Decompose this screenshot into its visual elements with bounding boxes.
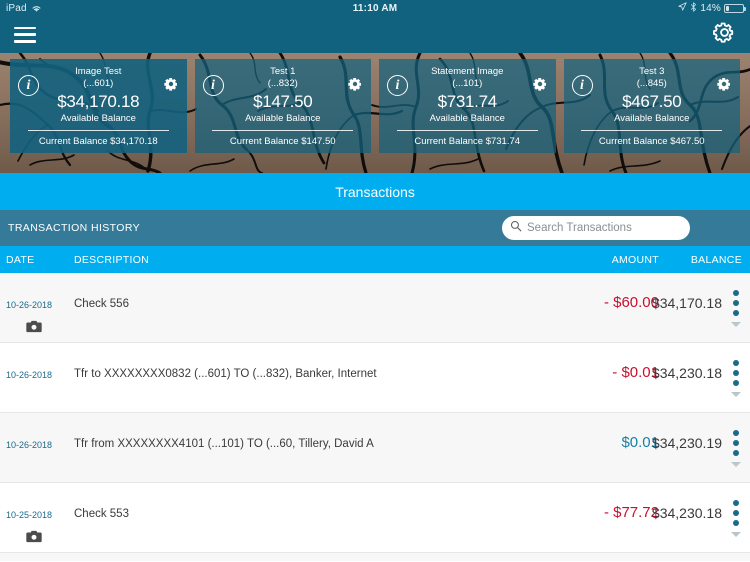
available-balance-amount: $34,170.18 bbox=[57, 92, 140, 111]
table-row[interactable]: 10-26-2018 Tfr from XXXXXXXX4101 (...101… bbox=[0, 413, 750, 483]
transaction-description: Tfr from XXXXXXXX4101 (...101) TO (...60… bbox=[74, 438, 374, 450]
camera-icon[interactable] bbox=[26, 530, 42, 543]
table-row[interactable]: 10-26-2018 Check 556 - $60.00 $34,170.18 bbox=[0, 273, 750, 343]
location-arrow-icon bbox=[678, 2, 688, 14]
available-balance-amount: $467.50 bbox=[622, 92, 682, 111]
gear-icon[interactable] bbox=[532, 76, 548, 92]
account-card[interactable]: i Statement Image (...101) $731.74 Avail… bbox=[379, 59, 556, 153]
account-card[interactable]: i Image Test (...601) $34,170.18 Availab… bbox=[10, 59, 187, 153]
search-input[interactable] bbox=[527, 222, 682, 234]
column-header-balance: BALANCE bbox=[690, 253, 742, 266]
transaction-date: 10-26-2018 bbox=[6, 440, 53, 450]
transaction-description: Tfr to XXXXXXXX0832 (...601) TO (...832)… bbox=[74, 368, 377, 380]
available-balance-label: Available Balance bbox=[60, 113, 136, 124]
bluetooth-icon bbox=[690, 1, 697, 15]
info-icon[interactable]: i bbox=[387, 75, 408, 96]
info-icon[interactable]: i bbox=[571, 75, 593, 96]
ios-status-bar: iPad 11:10 AM 14% bbox=[0, 0, 750, 16]
table-row[interactable]: 10-25-2018 Check 553 - $77.72 $34,230.18 bbox=[0, 483, 750, 553]
transactions-section-title: Transactions bbox=[0, 173, 750, 210]
battery-percent-label: 14% bbox=[700, 2, 721, 14]
device-name: iPad bbox=[6, 2, 27, 14]
camera-icon[interactable] bbox=[26, 320, 42, 333]
current-balance-text: Current Balance $34,170.18 bbox=[38, 136, 158, 147]
current-balance-text: Current Balance $147.50 bbox=[229, 136, 336, 147]
current-balance-text: Current Balance $731.74 bbox=[414, 136, 521, 147]
column-header-description: DESCRIPTION bbox=[74, 253, 150, 266]
current-balance-text: Current Balance $467.50 bbox=[598, 136, 705, 147]
transaction-description: Check 556 bbox=[74, 298, 129, 310]
transactions-column-headers: DATE DESCRIPTION AMOUNT BALANCE bbox=[0, 246, 750, 273]
app-navbar bbox=[0, 16, 750, 53]
account-card-list: i Image Test (...601) $34,170.18 Availab… bbox=[0, 53, 750, 173]
column-header-amount: AMOUNT bbox=[611, 253, 659, 266]
row-overflow-menu-icon[interactable] bbox=[726, 500, 746, 537]
available-balance-label: Available Balance bbox=[614, 113, 690, 124]
row-overflow-menu-icon[interactable] bbox=[726, 360, 746, 397]
hamburger-menu-icon[interactable] bbox=[14, 26, 36, 43]
search-icon bbox=[510, 219, 522, 237]
account-name: Image Test bbox=[75, 66, 122, 77]
search-transactions-box[interactable] bbox=[502, 216, 690, 240]
account-name: Test 1 bbox=[270, 66, 296, 77]
account-number: (...101) bbox=[452, 78, 483, 89]
table-row[interactable]: 10-26-2018 Tfr to XXXXXXXX0832 (...601) … bbox=[0, 343, 750, 413]
transaction-amount: - $60.00 bbox=[603, 294, 659, 311]
account-card[interactable]: i Test 1 (...832) $147.50 Available Bala… bbox=[194, 59, 371, 153]
chevron-down-icon bbox=[731, 392, 741, 397]
column-header-date: DATE bbox=[6, 253, 35, 266]
available-balance-label: Available Balance bbox=[429, 113, 505, 124]
transaction-date: 10-25-2018 bbox=[6, 510, 53, 520]
info-icon[interactable]: i bbox=[202, 75, 224, 96]
account-number: (...832) bbox=[267, 78, 298, 89]
row-overflow-menu-icon[interactable] bbox=[726, 290, 746, 327]
transaction-balance: $34,230.19 bbox=[651, 435, 722, 451]
chevron-down-icon bbox=[731, 462, 741, 467]
available-balance-label: Available Balance bbox=[245, 113, 321, 124]
account-name: Test 3 bbox=[639, 66, 665, 77]
status-bar-left: iPad bbox=[6, 3, 42, 14]
list-bottom-edge bbox=[0, 553, 750, 561]
available-balance-amount: $731.74 bbox=[437, 92, 498, 111]
gear-icon[interactable] bbox=[347, 76, 363, 92]
transaction-date: 10-26-2018 bbox=[6, 370, 53, 380]
chevron-down-icon bbox=[731, 532, 741, 537]
card-divider bbox=[581, 130, 723, 131]
battery-icon bbox=[724, 3, 746, 13]
gear-icon[interactable] bbox=[716, 76, 732, 92]
transaction-list: 10-26-2018 Check 556 - $60.00 $34,170.18… bbox=[0, 273, 750, 561]
status-bar-right: 14% bbox=[678, 1, 746, 15]
account-name: Statement Image bbox=[431, 66, 504, 77]
wifi-icon bbox=[31, 4, 42, 13]
gear-icon[interactable] bbox=[713, 21, 736, 49]
chevron-down-icon bbox=[731, 322, 741, 327]
transaction-amount: - $77.72 bbox=[603, 504, 659, 521]
transaction-balance: $34,230.18 bbox=[651, 365, 722, 381]
accounts-strip: i Image Test (...601) $34,170.18 Availab… bbox=[0, 53, 750, 173]
info-icon[interactable]: i bbox=[18, 75, 39, 96]
transaction-balance: $34,230.18 bbox=[651, 505, 722, 521]
transaction-balance: $34,170.18 bbox=[651, 295, 722, 311]
card-divider bbox=[212, 130, 354, 131]
status-bar-clock: 11:10 AM bbox=[352, 2, 398, 14]
gear-icon[interactable] bbox=[163, 76, 179, 92]
available-balance-amount: $147.50 bbox=[253, 92, 313, 111]
transaction-history-label: TRANSACTION HISTORY bbox=[8, 222, 141, 234]
account-card[interactable]: i Test 3 (...845) $467.50 Available Bala… bbox=[563, 59, 740, 153]
account-number: (...845) bbox=[636, 78, 667, 89]
app-root: iPad 11:10 AM 14% i Image Test (...601) … bbox=[0, 0, 750, 562]
transaction-history-band: TRANSACTION HISTORY bbox=[0, 210, 750, 246]
card-divider bbox=[27, 130, 169, 131]
transaction-description: Check 553 bbox=[74, 508, 129, 520]
row-overflow-menu-icon[interactable] bbox=[726, 430, 746, 467]
account-number: (...601) bbox=[83, 78, 114, 89]
card-divider bbox=[396, 130, 538, 131]
transaction-date: 10-26-2018 bbox=[6, 300, 53, 310]
